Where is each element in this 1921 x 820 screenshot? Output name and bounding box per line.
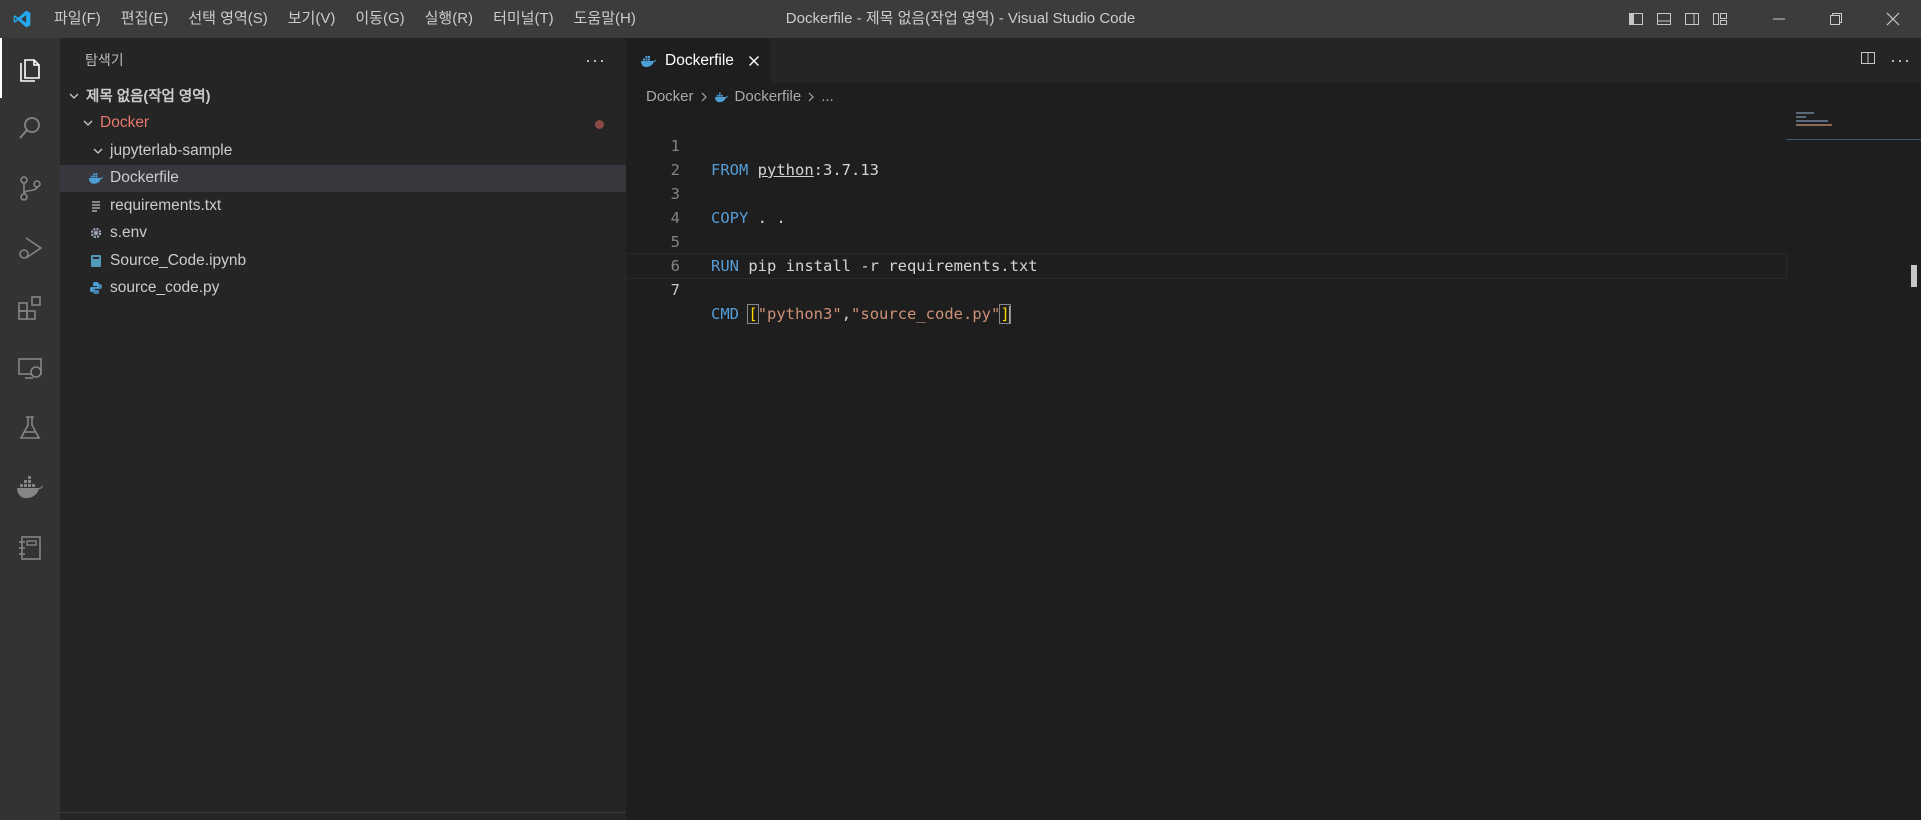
minimap[interactable] xyxy=(1786,110,1921,820)
tree-item-dockerfile[interactable]: Dockerfile xyxy=(60,164,626,192)
code-line: 4 xyxy=(626,182,1786,227)
string: "source_code.py" xyxy=(851,305,1001,323)
breadcrumb: Docker Dockerfile ... xyxy=(626,83,1921,110)
menu-edit[interactable]: 편집(E) xyxy=(111,0,179,38)
explorer-icon[interactable] xyxy=(0,38,60,98)
code-line-current: 7 CMD ["python3","source_code.py"] xyxy=(625,253,1787,324)
explorer-sidebar: 탐색기 ··· 제목 없음(작업 영역) Docker jupyterlab-s… xyxy=(60,38,626,820)
toggle-panel-icon[interactable] xyxy=(1650,0,1678,38)
bracket-open: [ xyxy=(747,304,759,324)
tree-item-label: requirements.txt xyxy=(110,196,222,214)
explorer-header: 탐색기 ··· xyxy=(60,38,626,82)
toggle-primary-sidebar-icon[interactable] xyxy=(1622,0,1650,38)
docker-file-icon xyxy=(88,170,104,186)
split-editor-icon[interactable] xyxy=(1860,50,1876,71)
text-cursor xyxy=(1008,305,1011,324)
activity-bar xyxy=(0,38,60,820)
editor-tabs: Dockerfile ··· xyxy=(626,38,1921,83)
code-editor[interactable]: 1 FROM python:3.7.13 2 3 COPY . . 4 5 RU… xyxy=(625,110,1787,324)
chevron-down-icon xyxy=(80,115,96,131)
folder-docker-label: Docker xyxy=(100,114,150,132)
chevron-right-icon xyxy=(806,92,816,102)
restore-icon[interactable] xyxy=(1807,0,1864,38)
minimap-line xyxy=(1796,116,1806,118)
code-line: 2 xyxy=(626,134,1786,179)
tree-item-requirements[interactable]: requirements.txt xyxy=(60,192,626,220)
testing-icon[interactable] xyxy=(0,398,60,458)
menu-go[interactable]: 이동(G) xyxy=(345,0,414,38)
menu-view[interactable]: 보기(V) xyxy=(278,0,346,38)
workspace-label: 제목 없음(작업 영역) xyxy=(86,89,211,106)
toggle-secondary-sidebar-icon[interactable] xyxy=(1678,0,1706,38)
notebook-icon[interactable] xyxy=(0,518,60,578)
breadcrumb-symbols[interactable]: ... xyxy=(821,88,834,105)
run-debug-icon[interactable] xyxy=(0,218,60,278)
code-line: 1 FROM python:3.7.13 xyxy=(626,110,1786,179)
notebook-file-icon xyxy=(88,253,104,269)
tree-item-source-code-ipynb[interactable]: Source_Code.ipynb xyxy=(60,247,626,275)
docker-file-icon xyxy=(714,91,729,103)
more-actions-icon[interactable]: ··· xyxy=(585,50,606,71)
menu-bar: 파일(F) 편집(E) 선택 영역(S) 보기(V) 이동(G) 실행(R) 터… xyxy=(44,0,646,38)
scrollbar-cursor-marker xyxy=(1911,265,1917,287)
breadcrumb-folder[interactable]: Docker xyxy=(646,88,694,105)
modified-dot-icon xyxy=(595,119,604,129)
code-line: 5 RUN pip install -r requirements.txt xyxy=(626,206,1786,275)
docker-file-icon xyxy=(640,54,657,68)
more-actions-icon[interactable]: ··· xyxy=(1890,50,1911,71)
minimap-line xyxy=(1796,124,1832,126)
text-file-icon xyxy=(88,198,104,214)
editor-area: Dockerfile ··· Docker Dockerfile ... 1 F… xyxy=(625,38,1921,820)
title-bar: 파일(F) 편집(E) 선택 영역(S) 보기(V) 이동(G) 실행(R) 터… xyxy=(0,0,1921,38)
tree-item-senv[interactable]: s.env xyxy=(60,220,626,248)
tree-item-label: jupyterlab-sample xyxy=(110,141,233,159)
tree-item-label: Source_Code.ipynb xyxy=(110,251,247,269)
docker-icon[interactable] xyxy=(0,458,60,518)
tab-label: Dockerfile xyxy=(665,51,734,69)
sidebar-section-divider xyxy=(60,812,626,820)
workspace-root[interactable]: 제목 없음(작업 영역) xyxy=(60,82,626,110)
code-line: 3 COPY . . xyxy=(626,158,1786,227)
minimize-icon[interactable] xyxy=(1750,0,1807,38)
tree-item-label: Dockerfile xyxy=(110,169,179,187)
source-control-icon[interactable] xyxy=(0,158,60,218)
title-controls xyxy=(1622,0,1921,38)
tab-dockerfile[interactable]: Dockerfile xyxy=(626,38,770,83)
keyword: CMD xyxy=(711,305,739,323)
menu-selection[interactable]: 선택 영역(S) xyxy=(178,0,277,38)
menu-help[interactable]: 도움말(H) xyxy=(564,0,646,38)
close-icon[interactable] xyxy=(748,55,760,67)
vscode-logo-icon xyxy=(0,0,44,38)
search-icon[interactable] xyxy=(0,98,60,158)
remote-explorer-icon[interactable] xyxy=(0,338,60,398)
breadcrumb-file[interactable]: Dockerfile xyxy=(735,88,802,105)
chevron-down-icon xyxy=(90,143,106,159)
extensions-icon[interactable] xyxy=(0,278,60,338)
line-number: 7 xyxy=(670,281,680,299)
tree-item-label: s.env xyxy=(110,224,148,242)
chevron-right-icon xyxy=(699,92,709,102)
menu-run[interactable]: 실행(R) xyxy=(415,0,483,38)
tree-item-label: source_code.py xyxy=(110,279,220,297)
minimap-line xyxy=(1796,112,1814,114)
explorer-title: 탐색기 xyxy=(85,52,124,68)
chevron-down-icon xyxy=(66,88,82,104)
tree-item-source-code-py[interactable]: source_code.py xyxy=(60,275,626,303)
customize-layout-icon[interactable] xyxy=(1706,0,1734,38)
string: "python3" xyxy=(757,305,842,323)
menu-file[interactable]: 파일(F) xyxy=(44,0,111,38)
close-icon[interactable] xyxy=(1864,0,1921,38)
python-file-icon xyxy=(88,280,104,296)
menu-terminal[interactable]: 터미널(T) xyxy=(483,0,564,38)
line-content: CMD ["python3","source_code.py"] xyxy=(711,302,1011,326)
folder-docker[interactable]: Docker xyxy=(60,110,626,138)
comma: , xyxy=(841,305,852,323)
minimap-line xyxy=(1796,120,1828,122)
tree-item-jupyterlab-sample[interactable]: jupyterlab-sample xyxy=(60,137,626,165)
editor-actions: ··· xyxy=(1860,38,1911,83)
code-line: 6 xyxy=(626,230,1786,275)
gear-icon xyxy=(88,225,104,241)
